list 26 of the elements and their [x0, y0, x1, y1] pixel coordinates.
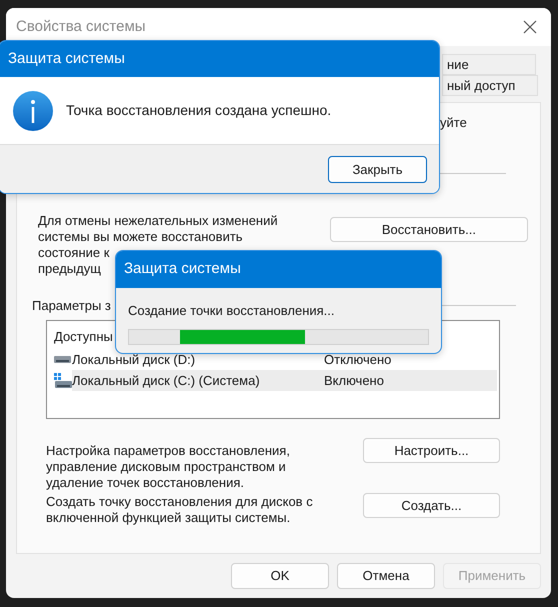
- dialog-title: Защита системы: [8, 48, 125, 69]
- cancel-button[interactable]: Отмена: [337, 563, 435, 589]
- group-label: Параметры з: [32, 296, 111, 315]
- drive-row[interactable]: Локальный диск (C:) (Система) Включено: [72, 370, 497, 391]
- restore-description: состояние к предыдущ: [38, 245, 110, 277]
- create-description: Создать точку восстановления для дисков с включенной функцией защиты системы.: [46, 494, 314, 526]
- restore-button[interactable]: Восстановить...: [330, 217, 528, 242]
- ok-button[interactable]: OK: [231, 563, 329, 589]
- column-header: Доступны: [54, 329, 113, 344]
- dialog-message: Точка восстановления создана успешно.: [66, 101, 332, 120]
- drive-name: Локальный диск (C:) (Система): [72, 372, 261, 390]
- progress-message: Создание точки восстановления...: [128, 303, 335, 318]
- create-button[interactable]: Создать...: [363, 493, 500, 518]
- tab[interactable]: ный доступ: [442, 75, 538, 96]
- protection-status: Отключено: [324, 350, 392, 369]
- dialog-title: Защита системы: [124, 259, 241, 280]
- tab[interactable]: ние: [442, 54, 536, 75]
- close-button[interactable]: Закрыть: [328, 156, 427, 183]
- configure-button[interactable]: Настроить...: [363, 438, 500, 463]
- drive-name: Локальный диск (D:): [72, 350, 196, 369]
- info-icon: [13, 90, 53, 130]
- panel-text: уйте: [440, 115, 467, 130]
- close-icon[interactable]: [523, 20, 537, 34]
- configure-description: Настройка параметров восстановления, управление дисковым пространством и удаление точек восстановления.: [46, 443, 291, 491]
- protection-status: Включено: [324, 372, 384, 390]
- window-title: Свойства системы: [16, 16, 146, 37]
